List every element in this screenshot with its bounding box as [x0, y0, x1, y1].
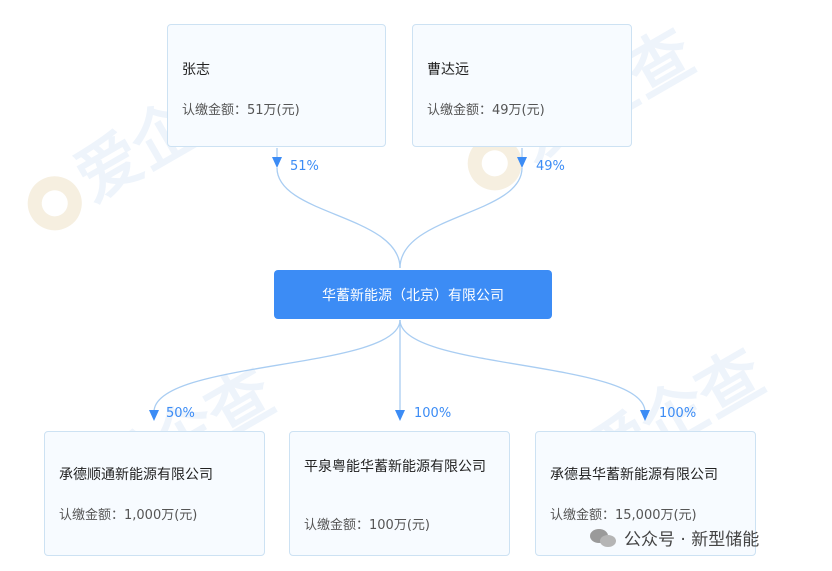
subsidiary-card[interactable]: 承德顺通新能源有限公司 认缴金额：1,000万(元) — [44, 431, 265, 556]
shareholder-name: 曹达远 — [427, 62, 469, 78]
shareholder-card[interactable]: 张志 认缴金额：51万(元) — [167, 24, 386, 147]
footer-text: 公众号 · 新型储能 — [624, 530, 760, 550]
arrow-shareholder-2 — [517, 157, 527, 168]
shareholder-name: 张志 — [182, 62, 210, 78]
connector-shareholder-1 — [276, 167, 401, 269]
subsidiary-name: 平泉粤能华蓄新能源有限公司 — [304, 459, 486, 475]
arrow-sub-2 — [395, 410, 405, 421]
shareholder-amount: 认缴金额：51万(元) — [182, 103, 300, 118]
connector-shareholder-2 — [399, 167, 523, 269]
company-node[interactable]: 华蓄新能源（北京）有限公司 — [274, 270, 552, 319]
company-name: 华蓄新能源（北京）有限公司 — [322, 287, 504, 304]
footer-source: 公众号 · 新型储能 — [590, 525, 759, 550]
connector-sub-3 — [399, 319, 646, 413]
shareholder-card[interactable]: 曹达远 认缴金额：49万(元) — [412, 24, 632, 147]
subsidiary-percent: 100% — [414, 406, 452, 421]
subsidiary-name: 承德顺通新能源有限公司 — [59, 467, 213, 483]
subsidiary-name: 承德县华蓄新能源有限公司 — [550, 467, 718, 483]
shareholder-percent: 51% — [290, 159, 319, 174]
shareholder-amount: 认缴金额：49万(元) — [427, 103, 545, 118]
arrow-sub-1 — [149, 410, 159, 421]
shareholder-percent: 49% — [536, 159, 565, 174]
arrow-sub-3 — [640, 410, 650, 421]
subsidiary-card[interactable]: 平泉粤能华蓄新能源有限公司 认缴金额：100万(元) — [289, 431, 510, 556]
subsidiary-amount: 认缴金额：1,000万(元) — [59, 508, 198, 523]
wechat-icon — [590, 527, 618, 549]
subsidiary-percent: 50% — [166, 406, 195, 421]
subsidiary-amount: 认缴金额：15,000万(元) — [550, 508, 697, 523]
equity-diagram: 爱企查 爱企查 爱企查 爱企查 张志 认缴金额：51万(元) — [0, 0, 832, 571]
subsidiary-percent: 100% — [659, 406, 697, 421]
subsidiary-amount: 认缴金额：100万(元) — [304, 518, 430, 533]
arrow-shareholder-1 — [272, 157, 282, 168]
connector-sub-1 — [153, 319, 401, 413]
